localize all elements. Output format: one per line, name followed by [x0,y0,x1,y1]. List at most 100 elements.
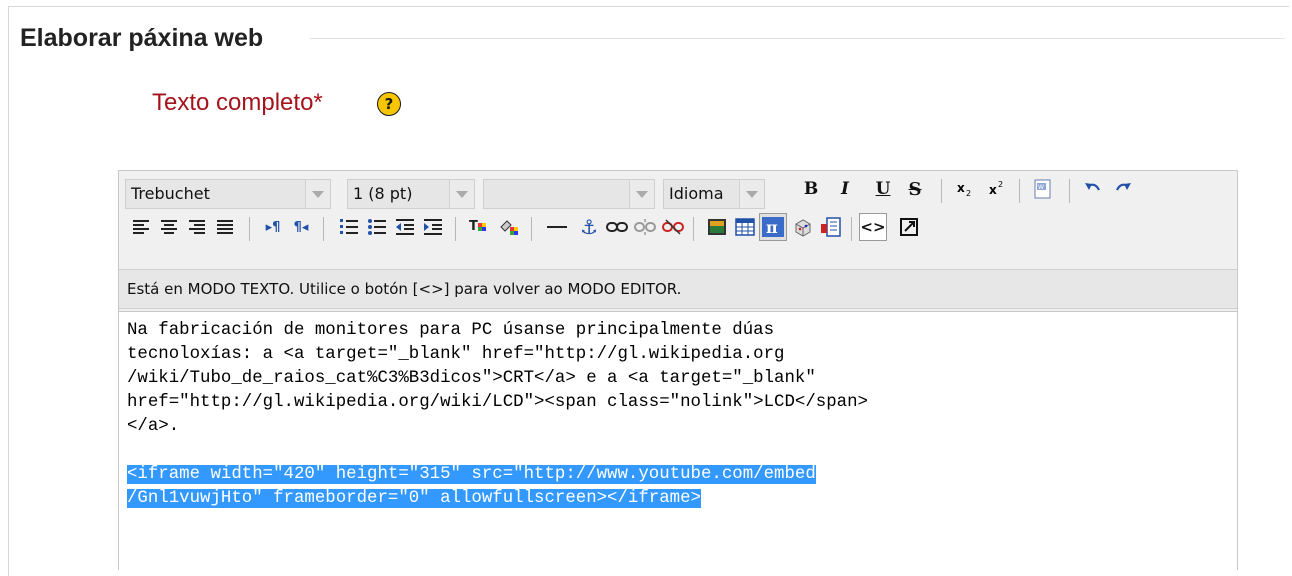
selected-editor-line: <iframe width="420" height="315" src="ht… [127,463,1229,487]
superscript-button[interactable]: x2 [983,175,1011,203]
background-color-icon [500,220,518,235]
html-toggle-button[interactable]: <> [859,213,887,241]
emoticon-icon [795,219,811,237]
toolbar-separator [323,217,324,241]
insert-table-button[interactable] [731,213,759,241]
toolbar-separator [455,217,456,241]
underline-button[interactable]: U [869,175,897,203]
ordered-list-button[interactable] [335,213,363,241]
nolink-icon [662,219,684,235]
align-right-icon [189,220,205,234]
svg-text:x: x [989,183,997,197]
indent-icon [424,219,442,235]
unlink-button[interactable] [631,213,659,241]
ltr-button[interactable]: ▸¶ [259,213,287,241]
toolbar-separator [1019,179,1020,203]
horizontal-rule-button[interactable] [543,213,571,241]
justify-button[interactable] [211,213,239,241]
paste-word-icon: W [1034,179,1051,199]
outdent-icon [396,219,414,235]
insert-image-button[interactable] [703,213,731,241]
undo-button[interactable] [1079,175,1107,203]
format-select[interactable] [483,179,655,209]
redo-icon [1116,183,1131,191]
html-source-textarea[interactable]: Na fabricación de monitores para PC úsan… [119,311,1237,571]
strikethrough-icon: S [908,178,922,200]
editor-line: Na fabricación de monitores para PC úsan… [127,321,775,340]
undo-icon [1085,183,1100,191]
language-select[interactable]: Idioma [663,179,765,209]
equation-button[interactable]: π [759,213,787,241]
align-left-button[interactable] [127,213,155,241]
toolbar-separator [1069,179,1070,203]
font-size-value: 1 (8 pt) [353,184,413,203]
italic-icon: I [841,179,849,199]
help-icon[interactable]: ? [377,92,401,116]
anchor-button[interactable]: ⚓ [575,213,603,241]
svg-text:T: T [469,219,478,234]
nolink-button[interactable] [659,213,687,241]
chevron-down-icon [449,180,474,208]
anchor-icon: ⚓ [580,215,598,239]
font-size-select[interactable]: 1 (8 pt) [347,179,475,209]
redo-button[interactable] [1109,175,1137,203]
align-center-icon [161,220,177,234]
toolbar-separator [851,217,852,241]
language-value: Idioma [669,184,724,203]
field-label: Texto completo* [152,89,323,116]
horizontal-rule-icon [547,226,567,228]
italic-button[interactable]: I [831,175,859,203]
bold-button[interactable]: B [797,175,825,203]
toolbar-row-2: ▸¶ ¶◂ T ⚓ π <> [125,213,1225,247]
unlink-icon [634,219,656,235]
chevron-down-icon [739,180,764,208]
indent-button[interactable] [419,213,447,241]
link-button[interactable] [603,213,631,241]
emoticon-button[interactable] [789,213,817,241]
selected-editor-line: /Gnl1vuwjHto" frameborder="0" allowfulls… [127,487,1229,511]
justify-icon [217,220,233,234]
ordered-list-icon [340,219,358,234]
subscript-button[interactable]: x2 [951,175,979,203]
equation-icon: π [762,217,784,237]
editor-line: /wiki/Tubo_de_raios_cat%C3%B3dicos">CRT<… [127,369,816,388]
ltr-icon: ▸¶ [265,219,281,235]
toolbar-separator [941,179,942,203]
underline-icon: U [875,179,891,199]
unordered-list-button[interactable] [363,213,391,241]
unordered-list-icon [368,219,386,235]
background-color-button[interactable] [495,213,523,241]
align-center-button[interactable] [155,213,183,241]
image-icon [708,219,726,235]
chevron-down-icon [629,180,654,208]
editor-line: </a>. [127,417,180,436]
link-icon [606,222,628,232]
outdent-button[interactable] [391,213,419,241]
font-family-value: Trebuchet [131,184,210,203]
toolbar-row-1: Trebuchet 1 (8 pt) Idioma B I U S x2 x 2… [125,175,1225,209]
editor-mode-message: Está en MODO TEXTO. Utilice o botón [<>]… [119,269,1237,309]
subscript-icon: x2 [957,181,971,198]
svg-text:2: 2 [998,180,1003,189]
align-right-button[interactable] [183,213,211,241]
chevron-down-icon [305,180,330,208]
html-mode-icon: <> [860,218,886,236]
fieldset-line [310,38,1285,39]
bold-icon: B [803,179,819,199]
editor-line: href="http://gl.wikipedia.org/wiki/LCD">… [127,393,868,412]
font-family-select[interactable]: Trebuchet [125,179,331,209]
text-color-icon: T [469,219,486,234]
find-replace-button[interactable] [817,213,845,241]
svg-text:x: x [957,181,965,195]
fullscreen-button[interactable] [895,213,923,241]
fullscreen-icon [900,218,918,236]
table-icon [735,218,755,236]
editor-line: tecnoloxías: a <a target="_blank" href="… [127,345,785,364]
text-color-button[interactable]: T [465,213,493,241]
strikethrough-button[interactable]: S [901,175,929,203]
toolbar-separator [693,217,694,241]
rtl-button[interactable]: ¶◂ [287,213,315,241]
rtl-icon: ¶◂ [293,219,309,235]
paste-word-button[interactable]: W [1029,175,1057,203]
